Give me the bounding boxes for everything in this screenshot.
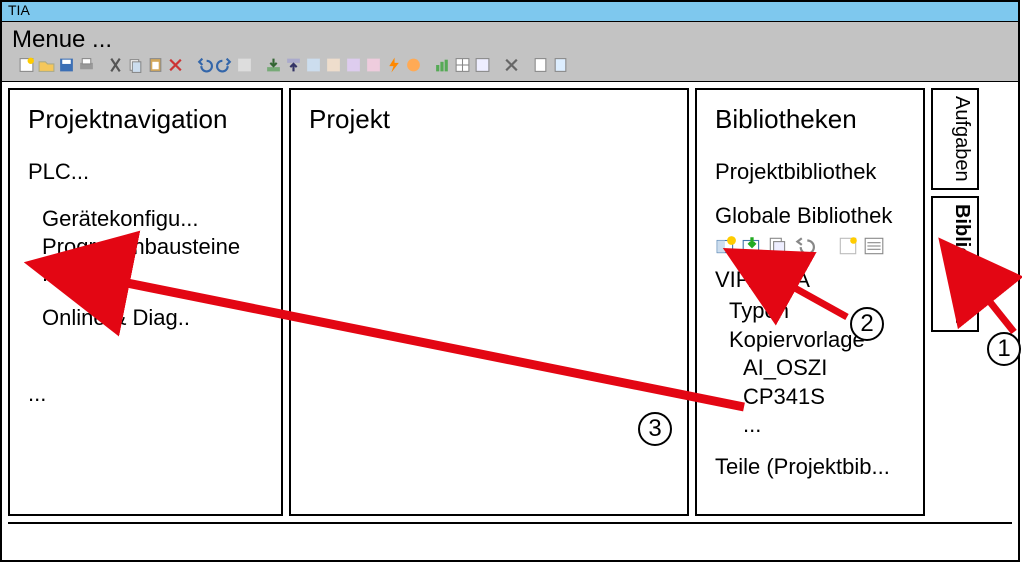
open-icon[interactable] — [38, 56, 55, 74]
nav-online-diag[interactable]: Online & Diag.. — [42, 304, 263, 332]
new-library-icon[interactable] — [837, 235, 859, 257]
table-icon[interactable] — [454, 56, 471, 74]
separator — [523, 56, 529, 74]
tool2-icon[interactable] — [325, 56, 342, 74]
title-bar: TIA — [2, 2, 1018, 22]
save-icon[interactable] — [58, 56, 75, 74]
new-project-icon[interactable] — [18, 56, 35, 74]
undo-icon[interactable] — [196, 56, 213, 74]
details-icon[interactable] — [863, 235, 885, 257]
lightning-icon[interactable] — [385, 56, 402, 74]
tab-bibliotheken[interactable]: Bibliotheken — [931, 196, 979, 332]
menu-bar[interactable]: Menue ... — [2, 22, 1018, 82]
project-navigation-panel: Projektnavigation PLC... Gerätekonfigu..… — [8, 88, 283, 516]
nav-blocks-more[interactable]: ... — [42, 260, 263, 288]
separator — [187, 56, 193, 74]
view-icon[interactable] — [474, 56, 491, 74]
main-toolbar — [12, 56, 1008, 74]
annotation-2: 2 — [850, 307, 884, 341]
libraries-panel: Bibliotheken Projektbibliothek Globale B… — [695, 88, 925, 516]
nav-plc[interactable]: PLC... — [28, 159, 263, 185]
print-icon[interactable] — [78, 56, 95, 74]
library-toolbar — [715, 235, 905, 257]
separator — [256, 56, 262, 74]
undo-library-icon[interactable] — [793, 235, 815, 257]
status-bar — [8, 522, 1012, 552]
nav-program-blocks[interactable]: Programmbausteine — [42, 233, 263, 261]
delete-icon[interactable] — [167, 56, 184, 74]
doc2-icon[interactable] — [552, 56, 569, 74]
lib-global-library[interactable]: Globale Bibliothek — [715, 203, 905, 229]
lib-vipa-tia[interactable]: VIPA_TIA — [715, 267, 905, 293]
side-tabs: Aufgaben Bibliotheken — [931, 88, 979, 516]
doc-icon[interactable] — [532, 56, 549, 74]
nav-more[interactable]: ... — [28, 381, 263, 407]
window-title: TIA — [8, 2, 30, 18]
download-icon[interactable] — [265, 56, 282, 74]
project-panel: Projekt — [289, 88, 689, 516]
app-window: TIA Menue ... — [0, 0, 1020, 562]
nav-device-config[interactable]: Gerätekonfigu... — [42, 205, 263, 233]
nav-title: Projektnavigation — [28, 104, 263, 135]
separator — [425, 56, 431, 74]
separator — [494, 56, 500, 74]
lib-more[interactable]: ... — [743, 411, 905, 440]
lib-cp341s[interactable]: CP341S — [743, 383, 905, 412]
paste-icon[interactable] — [147, 56, 164, 74]
online-icon[interactable] — [405, 56, 422, 74]
tool3-icon[interactable] — [345, 56, 362, 74]
redo-icon[interactable] — [216, 56, 233, 74]
project-title: Projekt — [309, 104, 669, 135]
tool4-icon[interactable] — [365, 56, 382, 74]
import-library-icon[interactable] — [741, 235, 763, 257]
tab-aufgaben[interactable]: Aufgaben — [931, 88, 979, 190]
tool-icon[interactable] — [305, 56, 322, 74]
upload-icon[interactable] — [285, 56, 302, 74]
lib-teile[interactable]: Teile (Projektbib... — [715, 454, 905, 480]
lib-project-library[interactable]: Projektbibliothek — [715, 159, 905, 185]
cut-icon[interactable] — [107, 56, 124, 74]
chart-icon[interactable] — [434, 56, 451, 74]
content-area: Projektnavigation PLC... Gerätekonfigu..… — [2, 82, 1018, 522]
copy-library-icon[interactable] — [767, 235, 789, 257]
annotation-3: 3 — [638, 412, 672, 446]
close-icon[interactable] — [503, 56, 520, 74]
copy-icon[interactable] — [127, 56, 144, 74]
open-library-icon[interactable] — [715, 235, 737, 257]
annotation-1: 1 — [987, 332, 1021, 366]
separator — [98, 56, 104, 74]
lib-title: Bibliotheken — [715, 104, 905, 135]
lib-ai-oszi[interactable]: AI_OSZI — [743, 354, 905, 383]
menu-label[interactable]: Menue ... — [12, 26, 1008, 54]
misc-icon[interactable] — [236, 56, 253, 74]
